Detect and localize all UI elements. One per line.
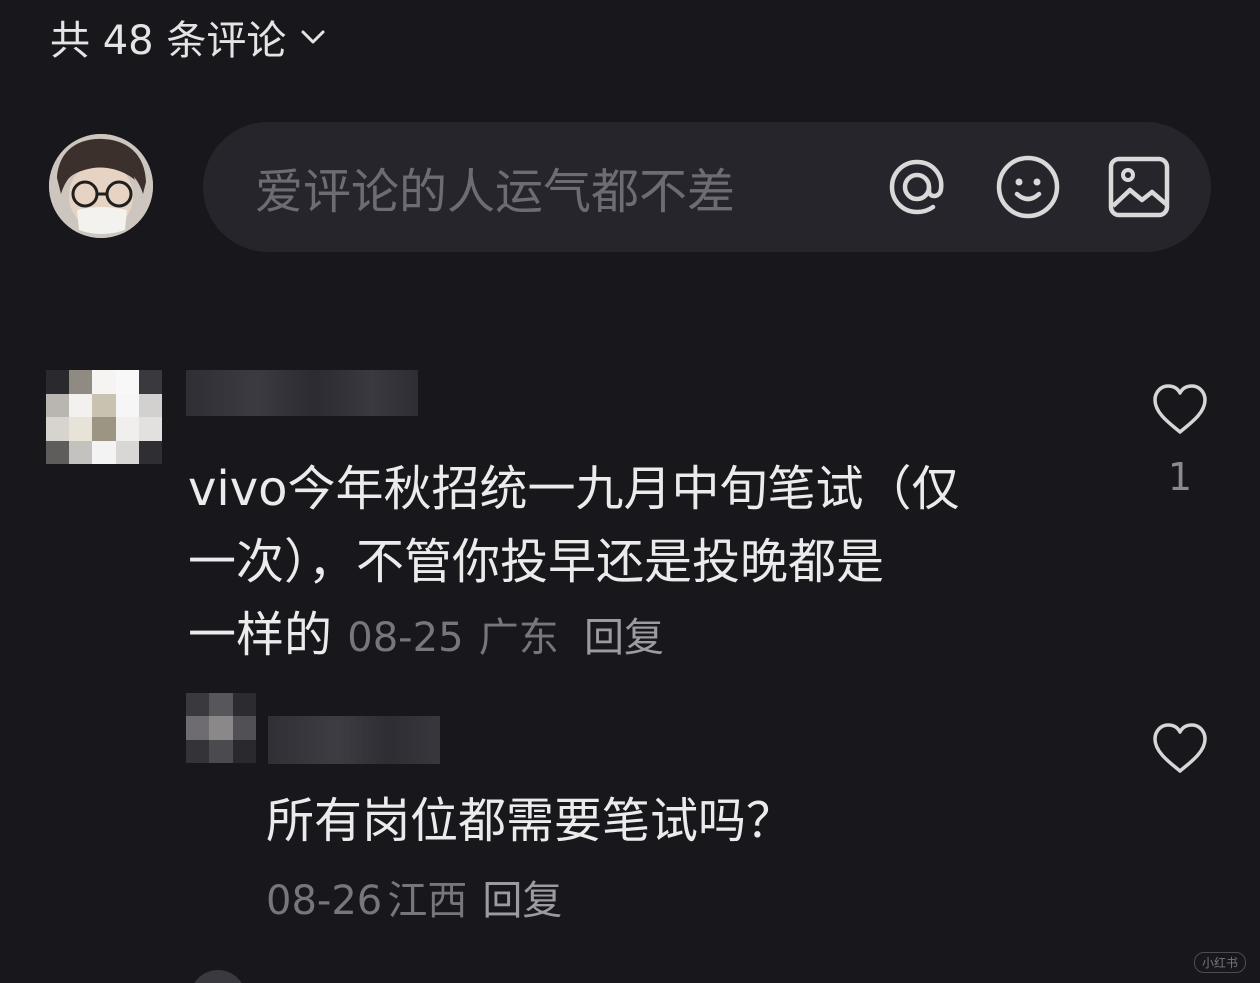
like-count: 1: [1167, 455, 1193, 499]
comment-input[interactable]: 爱评论的人运气都不差: [203, 122, 1211, 252]
app-watermark: 小红书: [1193, 952, 1246, 973]
chevron-down-icon: [301, 30, 325, 44]
like-button[interactable]: [1150, 721, 1210, 777]
reply-body: 所有岗位都需要笔试吗？: [266, 785, 1126, 858]
at-icon: [889, 159, 944, 215]
reply-location: 江西: [387, 878, 468, 924]
comment-count-dropdown[interactable]: 共 48 条评论: [50, 10, 328, 64]
reply-meta: 08-26 江西 回复: [266, 868, 562, 926]
comments-panel: 共 48 条评论 爱评论的人运气都不差 vivo今年秋招统一九月中旬笔试（仅 一…: [0, 0, 1260, 983]
replier-avatar-blurred[interactable]: [186, 693, 256, 763]
comment-line: 一次），不管你投早还是投晚都是: [188, 534, 885, 590]
comment-line: 一样的: [188, 607, 333, 663]
heart-icon: [1153, 384, 1207, 434]
avatar-image: [49, 134, 153, 238]
mention-button[interactable]: [883, 153, 951, 221]
commenter-avatar-blurred[interactable]: [46, 370, 162, 464]
reply-date: 08-26: [266, 878, 383, 924]
image-button[interactable]: [1105, 153, 1173, 221]
comment-input-placeholder: 爱评论的人运气都不差: [255, 164, 736, 220]
reply-text: 所有岗位都需要笔试吗？: [266, 793, 795, 849]
smiley-icon: [996, 155, 1060, 219]
comment-location: 广东: [478, 615, 559, 661]
like-button[interactable]: [1150, 382, 1210, 438]
heart-icon: [1153, 723, 1207, 773]
image-icon: [1108, 156, 1170, 218]
current-user-avatar[interactable]: [49, 134, 153, 238]
comment-count-label: 共 48 条评论: [50, 18, 287, 64]
next-comment-avatar[interactable]: [190, 970, 246, 983]
comment-line-with-meta: 一样的 08-25 广东 回复: [188, 599, 1108, 675]
commenter-username-blurred[interactable]: [186, 370, 418, 416]
reply-button[interactable]: 回复: [584, 615, 664, 661]
comment-body: vivo今年秋招统一九月中旬笔试（仅 一次），不管你投早还是投晚都是 一样的 0…: [188, 453, 1108, 675]
reply-button[interactable]: 回复: [482, 878, 562, 924]
comment-line: vivo今年秋招统一九月中旬笔试（仅: [188, 461, 960, 517]
replier-username-blurred[interactable]: [268, 716, 440, 764]
emoji-button[interactable]: [994, 153, 1062, 221]
comment-date: 08-25: [347, 615, 464, 661]
